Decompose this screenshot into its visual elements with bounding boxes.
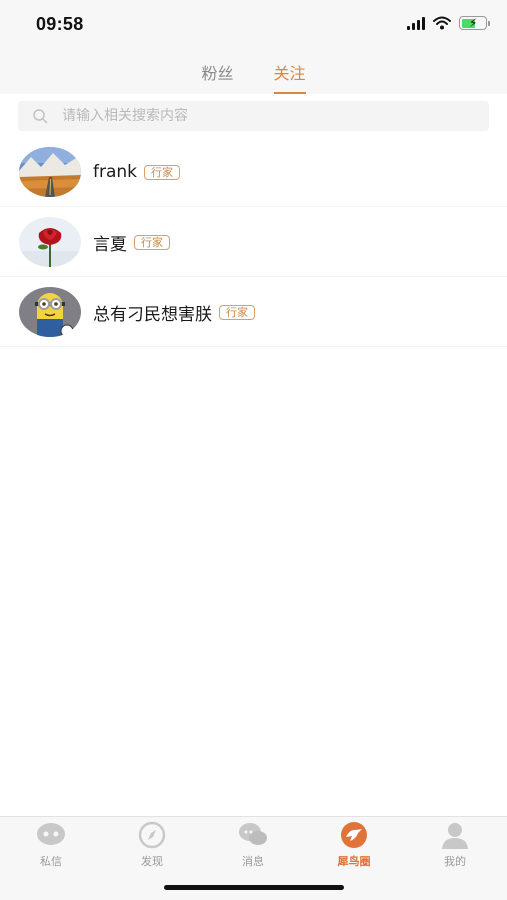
hornbill-circle-icon [341,822,367,848]
tab-following[interactable]: 关注 [273,52,306,94]
user-name: 总有刁民想害朕 [93,304,212,325]
top-tabs: 粉丝 关注 [0,52,507,94]
chat-bubble-icon [37,823,65,845]
user-row-yanxia[interactable]: 言夏 行家 [0,207,507,277]
tabbar-item-private-messages[interactable]: 私信 [11,821,91,869]
status-icons: ⚡ [407,16,490,30]
tabbar-item-hornbill-circle[interactable]: 犀鸟圈 [314,821,394,869]
red-rose-avatar [19,217,81,267]
user-name-wrap: 总有刁民想害朕 行家 [93,277,255,347]
avatar[interactable] [19,147,81,197]
minion-avatar [19,287,81,337]
avatar[interactable] [19,287,81,337]
user-name-wrap: 言夏 行家 [93,207,170,277]
user-row-frank[interactable]: frank 行家 [0,137,507,207]
search-input[interactable] [62,101,482,131]
home-indicator [164,885,344,890]
message-icon [239,823,267,845]
status-bar: 09:58 ⚡ [0,0,507,52]
tabbar-label: 发现 [141,855,163,868]
compass-icon [138,821,166,849]
person-icon [442,823,468,849]
user-name: frank [93,162,138,182]
user-list: frank 行家 言夏 行家 总有刁民想害朕 行家 [0,137,507,347]
tabbar-label: 犀鸟圈 [337,855,371,868]
tabbar-label: 消息 [242,855,264,868]
tabbar-item-discover[interactable]: 发现 [112,821,192,869]
search-icon [33,109,48,124]
expert-badge: 行家 [144,164,181,180]
wifi-icon [433,16,451,30]
tabbar-item-me[interactable]: 我的 [415,821,495,869]
following-list-panel: frank 行家 言夏 行家 [0,94,507,816]
user-name: 言夏 [93,234,127,255]
user-row-zongyou[interactable]: 总有刁民想害朕 行家 [0,277,507,347]
avatar[interactable] [19,217,81,267]
tab-fans[interactable]: 粉丝 [201,52,233,94]
battery-icon: ⚡ [459,16,490,30]
tabbar-item-messages[interactable]: 消息 [213,821,293,869]
expert-badge: 行家 [134,234,170,250]
cellular-signal-icon [407,16,425,30]
search-bar[interactable] [18,101,489,131]
tabbar-label: 我的 [444,855,466,868]
status-time: 09:58 [36,14,84,34]
mountain-road-avatar [19,147,81,197]
expert-badge: 行家 [219,304,255,320]
user-name-wrap: frank 行家 [93,137,181,207]
tabbar-label: 私信 [40,855,62,868]
